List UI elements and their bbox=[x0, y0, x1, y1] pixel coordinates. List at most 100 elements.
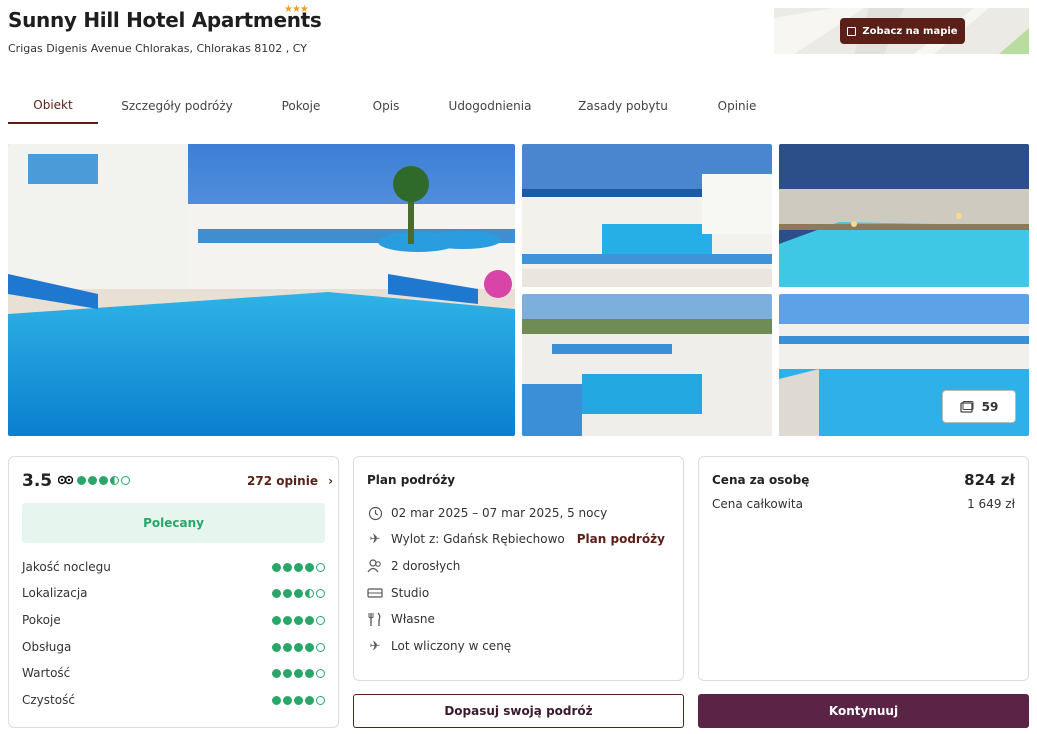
rating-score: 3.5 bbox=[22, 471, 53, 491]
rating-bubble bbox=[316, 615, 325, 625]
tab-rooms[interactable]: Pokoje bbox=[270, 88, 332, 124]
rating-bubble bbox=[77, 475, 86, 485]
hotel-stars: ★★★ bbox=[284, 4, 309, 15]
gallery-photo-4[interactable] bbox=[522, 294, 772, 436]
rating-bubble bbox=[272, 695, 281, 705]
plan-flight-included-row: ✈ Lot wliczony w cenę bbox=[367, 638, 512, 654]
pool-photo-night bbox=[779, 144, 1029, 287]
rating-bubble bbox=[316, 668, 325, 678]
tab-bar: Obiekt Szczegóły podróży Pokoje Opis Udo… bbox=[8, 88, 1029, 124]
hotel-name: Sunny Hill Hotel Apartments bbox=[8, 8, 322, 32]
rating-bubble bbox=[316, 695, 325, 705]
calendar-clock-icon bbox=[367, 505, 383, 521]
hotel-address: Crigas Digenis Avenue Chlorakas, Chlorak… bbox=[8, 42, 307, 55]
rating-row-bubbles bbox=[272, 562, 325, 572]
rating-row-bubbles bbox=[272, 695, 325, 705]
bed-icon bbox=[367, 585, 383, 601]
gallery-main-photo[interactable] bbox=[8, 144, 515, 436]
plan-room: Studio bbox=[391, 586, 430, 600]
rating-bubble bbox=[121, 475, 130, 485]
gallery-photo-3[interactable] bbox=[779, 144, 1029, 287]
customize-trip-button[interactable]: Dopasuj swoją podróż bbox=[353, 694, 684, 728]
rating-bubble bbox=[272, 642, 281, 652]
plan-room-row: Studio bbox=[367, 585, 429, 601]
plane-icon: ✈ bbox=[369, 638, 381, 654]
continue-button[interactable]: Kontynuuj bbox=[698, 694, 1029, 728]
rating-bubble bbox=[316, 588, 325, 598]
rating-bubble bbox=[316, 562, 325, 572]
rating-row-label: Jakość noclegu bbox=[22, 560, 111, 574]
rating-bubble bbox=[283, 615, 292, 625]
tab-reviews[interactable]: Opinie bbox=[708, 88, 766, 124]
rating-row-label: Obsługa bbox=[22, 640, 72, 654]
tab-amenities[interactable]: Udogodnienia bbox=[443, 88, 537, 124]
rating-bubble bbox=[294, 588, 303, 598]
chevron-right-icon: › bbox=[328, 474, 334, 488]
rating-row-label: Lokalizacja bbox=[22, 586, 88, 600]
rating-bubble bbox=[294, 642, 303, 652]
rating-bubble bbox=[305, 668, 314, 678]
show-on-map-button[interactable]: Zobacz na mapie bbox=[840, 18, 965, 44]
trip-plan-title: Plan podróży bbox=[367, 473, 456, 487]
rating-row-rooms: Pokoje bbox=[22, 613, 325, 627]
rating-bubble bbox=[283, 562, 292, 572]
plan-board: Własne bbox=[391, 612, 435, 626]
plan-guests-row: 2 dorosłych bbox=[367, 558, 460, 574]
rating-bubble bbox=[316, 642, 325, 652]
plan-flight-row: ✈ Wylot z: Gdańsk Rębiechowo Plan podróż… bbox=[367, 531, 665, 547]
price-per-person-value: 824 zł bbox=[964, 471, 1015, 489]
rating-bubble bbox=[305, 562, 314, 572]
rating-bubble bbox=[294, 695, 303, 705]
pool-photo-aerial bbox=[522, 294, 772, 436]
gallery-photo-2[interactable] bbox=[522, 144, 772, 287]
tab-description[interactable]: Opis bbox=[362, 88, 410, 124]
rating-bubble bbox=[294, 562, 303, 572]
plan-dates: 02 mar 2025 – 07 mar 2025, 5 nocy bbox=[391, 506, 608, 520]
rating-bubble bbox=[272, 668, 281, 678]
rating-bubble bbox=[294, 615, 303, 625]
rating-bubble bbox=[88, 475, 97, 485]
rating-row-bubbles bbox=[272, 588, 325, 598]
rating-row-label: Pokoje bbox=[22, 613, 61, 627]
tab-travel-details[interactable]: Szczegóły podróży bbox=[112, 88, 242, 124]
rating-row-cleanliness: Czystość bbox=[22, 693, 325, 707]
total-price-label: Cena całkowita bbox=[712, 497, 803, 511]
rating-bubble bbox=[99, 475, 108, 485]
rating-bubble bbox=[283, 668, 292, 678]
rating-bubble bbox=[305, 588, 314, 598]
rating-bubble bbox=[305, 642, 314, 652]
users-icon bbox=[367, 558, 383, 574]
rating-row-quality: Jakość noclegu bbox=[22, 560, 325, 574]
rating-bubble bbox=[272, 562, 281, 572]
map-preview[interactable]: Zobacz na mapie bbox=[774, 8, 1029, 54]
pool-photo-sea-view bbox=[522, 144, 772, 287]
reviews-link[interactable]: 272 opinie › bbox=[247, 474, 333, 488]
rating-row-location: Lokalizacja bbox=[22, 586, 325, 600]
rating-row-label: Czystość bbox=[22, 693, 75, 707]
rating-bubble bbox=[305, 615, 314, 625]
rating-row-service: Obsługa bbox=[22, 640, 325, 654]
price-card bbox=[698, 456, 1029, 681]
flight-plan-link[interactable]: Plan podróży bbox=[577, 532, 665, 546]
cutlery-icon bbox=[367, 611, 383, 627]
plan-flight-from: Wylot z: Gdańsk Rębiechowo bbox=[391, 532, 565, 546]
photo-count-button[interactable]: 59 bbox=[942, 390, 1016, 423]
total-price-value: 1 649 zł bbox=[967, 497, 1015, 511]
rating-bubble bbox=[283, 695, 292, 705]
rating-row-value: Wartość bbox=[22, 666, 325, 680]
rating-row-bubbles bbox=[272, 615, 325, 625]
recommended-badge: Polecany bbox=[22, 503, 325, 543]
tab-stay-rules[interactable]: Zasady pobytu bbox=[571, 88, 675, 124]
plan-flight-included: Lot wliczony w cenę bbox=[391, 639, 512, 653]
rating-bubble bbox=[272, 588, 281, 598]
rating-bubble bbox=[283, 588, 292, 598]
plane-departure-icon: ✈ bbox=[369, 531, 381, 547]
rating-row-bubbles bbox=[272, 642, 325, 652]
rating-row-bubbles bbox=[272, 668, 325, 678]
tripadvisor-bubbles bbox=[77, 475, 130, 485]
rating-bubble bbox=[283, 642, 292, 652]
rating-row-label: Wartość bbox=[22, 666, 71, 680]
tab-obiekt[interactable]: Obiekt bbox=[8, 88, 98, 124]
map-icon bbox=[847, 26, 857, 36]
gallery-icon bbox=[959, 400, 974, 413]
